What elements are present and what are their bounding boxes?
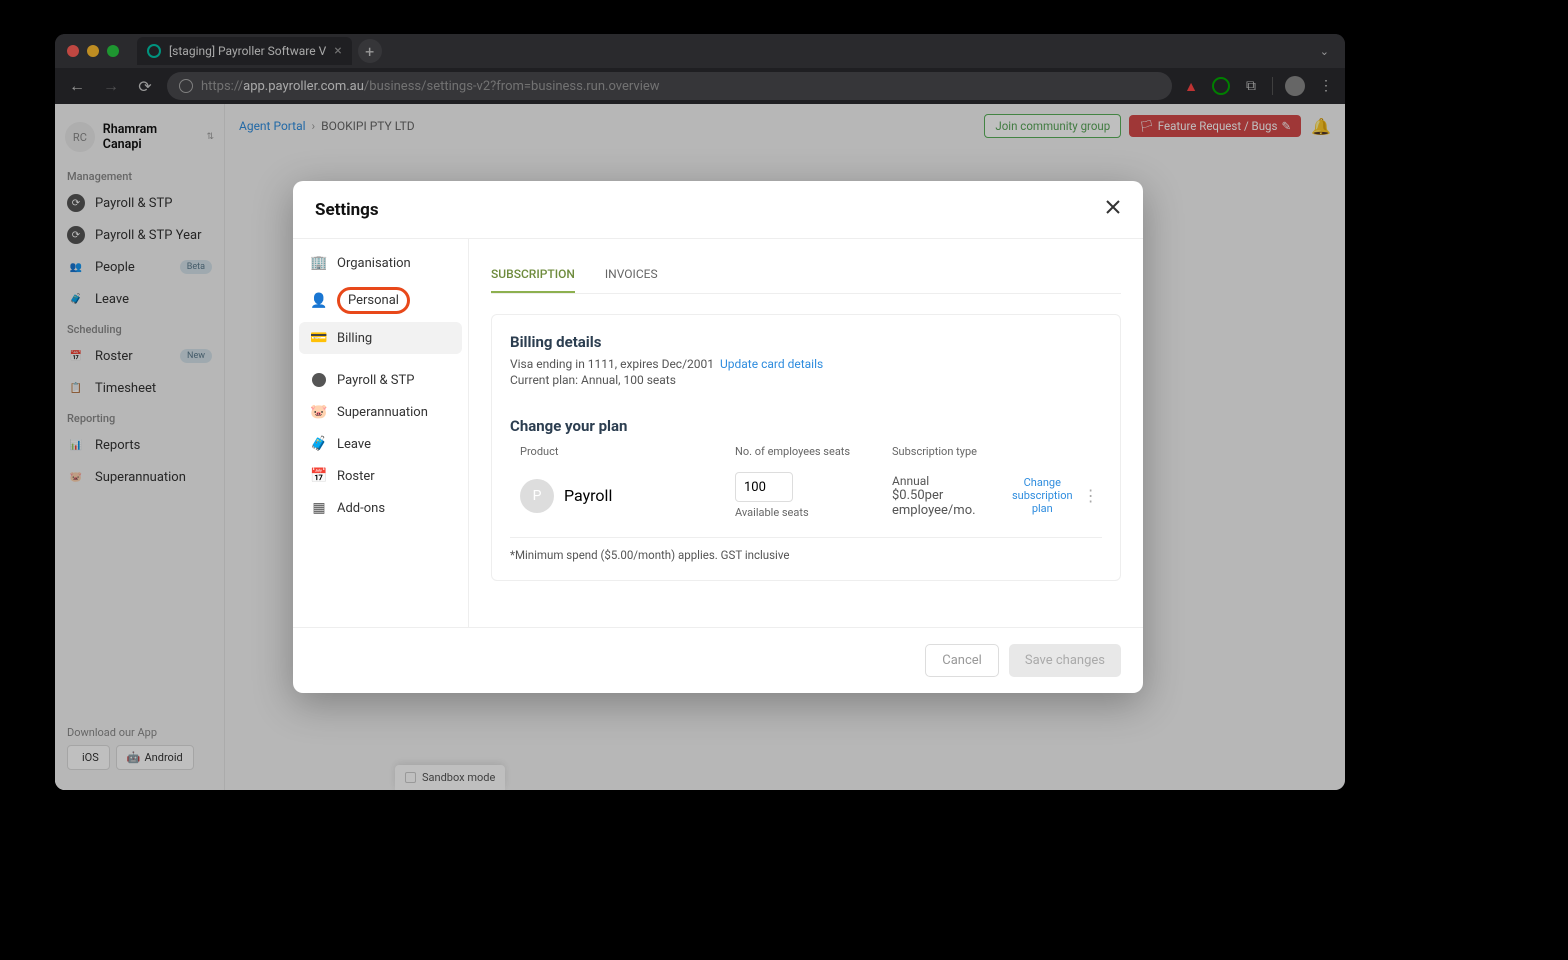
- settings-nav-payroll-stp[interactable]: Payroll & STP: [299, 364, 462, 396]
- building-icon: 🏢: [311, 255, 327, 271]
- payroll-icon: [311, 372, 327, 388]
- footnote: *Minimum spend ($5.00/month) applies. GS…: [510, 537, 1102, 562]
- settings-nav-billing[interactable]: 💳 Billing: [299, 322, 462, 354]
- settings-nav-superannuation[interactable]: 🐷 Superannuation: [299, 396, 462, 428]
- settings-nav-roster[interactable]: 📅 Roster: [299, 460, 462, 492]
- calendar-icon: 📅: [311, 468, 327, 484]
- settings-nav-addons[interactable]: ▦ Add-ons: [299, 492, 462, 524]
- settings-sidebar: 🏢 Organisation 👤 Personal 💳 Billing Payr…: [293, 239, 469, 627]
- person-icon: 👤: [311, 293, 327, 309]
- more-options-icon[interactable]: ⋮: [1073, 486, 1099, 505]
- settings-nav-organisation[interactable]: 🏢 Organisation: [299, 247, 462, 279]
- close-button[interactable]: [1105, 199, 1121, 220]
- change-plan-heading: Change your plan: [510, 417, 1102, 435]
- card-info: Visa ending in 1111, expires Dec/2001: [510, 357, 714, 371]
- tab-invoices[interactable]: INVOICES: [605, 253, 658, 293]
- sub-type-price: $0.50per employee/mo.: [892, 488, 1012, 518]
- billing-heading: Billing details: [510, 333, 1102, 351]
- seats-input[interactable]: [735, 472, 793, 502]
- change-plan-link[interactable]: Change subscription plan: [1012, 476, 1073, 516]
- save-button[interactable]: Save changes: [1009, 644, 1121, 677]
- briefcase-icon: 🧳: [311, 436, 327, 452]
- settings-content: SUBSCRIPTION INVOICES Billing details Vi…: [469, 239, 1143, 627]
- col-seats: No. of employees seats: [735, 445, 892, 458]
- available-seats-label: Available seats: [735, 506, 892, 519]
- close-icon: [1105, 199, 1121, 215]
- modal-title: Settings: [315, 200, 379, 220]
- col-product: Product: [520, 445, 735, 458]
- billing-card: Billing details Visa ending in 1111, exp…: [491, 314, 1121, 581]
- product-letter-icon: P: [520, 479, 554, 513]
- card-icon: 💳: [311, 330, 327, 346]
- settings-modal: Settings 🏢 Organisation 👤 Personal 💳 Bil…: [293, 181, 1143, 693]
- settings-nav-personal[interactable]: 👤 Personal: [299, 279, 462, 322]
- col-sub-type: Subscription type: [892, 445, 1012, 458]
- settings-nav-leave[interactable]: 🧳 Leave: [299, 428, 462, 460]
- plan-row: P Payroll Available seats Annual $0.50pe…: [510, 466, 1102, 525]
- grid-icon: ▦: [311, 500, 327, 516]
- highlight-annotation: Personal: [337, 287, 410, 314]
- plan-info: Current plan: Annual, 100 seats: [510, 373, 1102, 387]
- update-card-link[interactable]: Update card details: [720, 357, 823, 371]
- tab-subscription[interactable]: SUBSCRIPTION: [491, 253, 575, 293]
- cancel-button[interactable]: Cancel: [925, 644, 999, 677]
- product-name: Payroll: [564, 486, 612, 505]
- piggy-icon: 🐷: [311, 404, 327, 420]
- sub-type-name: Annual: [892, 474, 1012, 488]
